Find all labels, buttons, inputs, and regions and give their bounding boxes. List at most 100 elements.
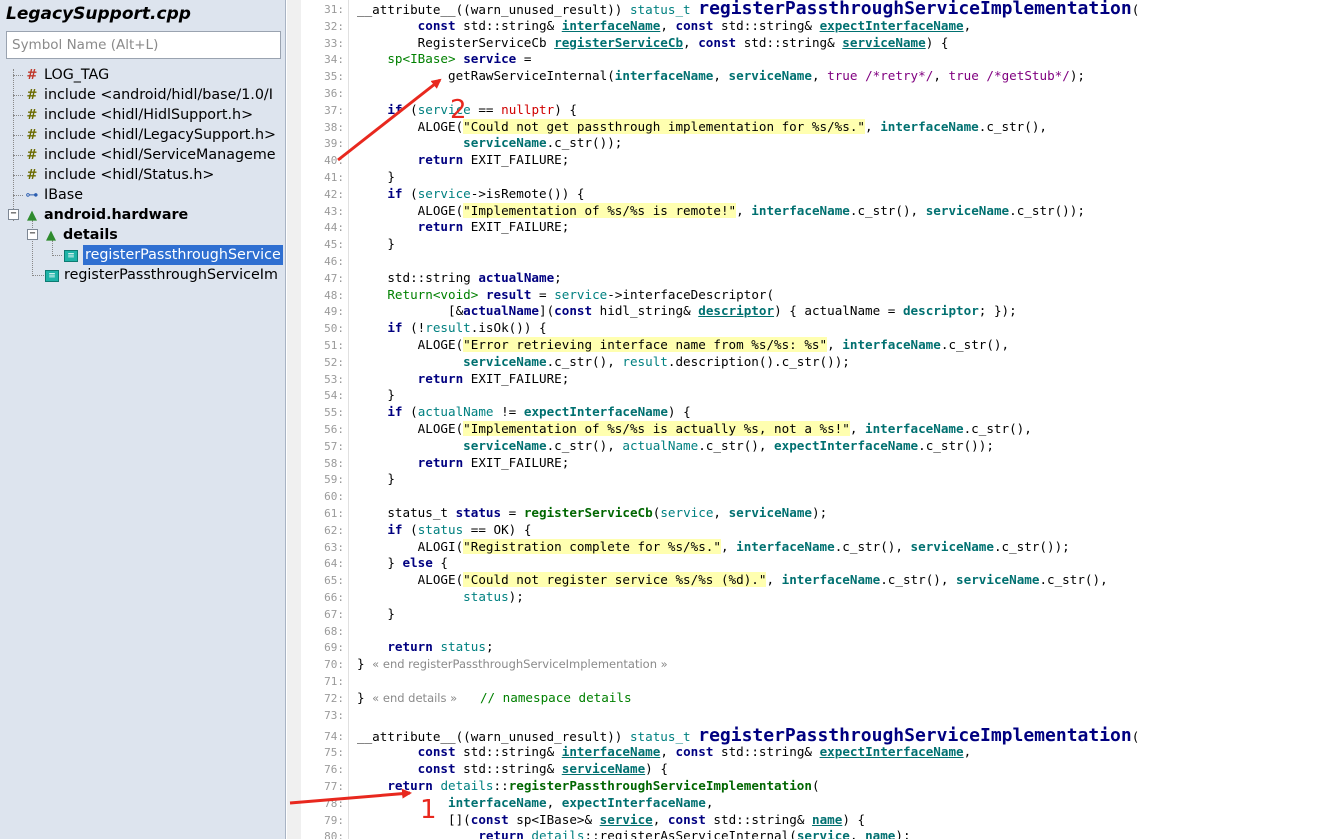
code-editor[interactable]: 31: 32: 33: 34: 35: 36: 37: 38: 39: 40: 41: 42: 43: 4… xyxy=(301,0,1325,839)
line-number: 47: xyxy=(324,271,344,285)
annotation-label-1: 1 xyxy=(420,795,437,825)
line-number: 41: xyxy=(324,171,344,184)
line-number: 44: xyxy=(324,221,344,235)
code-line: } « end registerPassthroughServiceImplem… xyxy=(357,656,668,672)
code-line: ALOGE("Implementation of %s/%s is actual… xyxy=(357,421,1032,436)
code-line: [&actualName](const hidl_string& descrip… xyxy=(357,303,1017,319)
collapse-toggle-details[interactable]: − xyxy=(27,229,38,240)
tree-item-include-servicemanagement[interactable]: # include <hidl/ServiceManageme xyxy=(24,145,276,165)
code-line: } else { xyxy=(357,555,449,571)
line-number: 79: xyxy=(324,813,344,827)
code-line: ALOGE("Error retrieving interface name f… xyxy=(357,337,1010,352)
tree-item-include-base[interactable]: # include <android/hidl/base/1.0/I xyxy=(24,85,273,105)
line-number: 80: xyxy=(324,830,344,839)
line-number: 59: xyxy=(324,473,344,487)
line-number: 74: xyxy=(324,729,344,743)
tree-item-details[interactable]: ▲ details xyxy=(43,225,118,245)
include-icon: # xyxy=(26,128,38,143)
code-line: serviceName.c_str(), result.description(… xyxy=(463,353,850,369)
code-line: if (actualName != expectInterfaceName) { xyxy=(387,404,691,420)
line-number: 35: xyxy=(324,70,344,84)
line-number: 50: xyxy=(324,322,344,336)
code-line: ALOGE("Could not register service %s/%s … xyxy=(357,572,1108,588)
line-number: 46: xyxy=(324,255,344,268)
macro-icon: # xyxy=(26,68,38,83)
code-line: if (service == nullptr) { xyxy=(387,101,577,117)
code-line: const std::string& interfaceName, const … xyxy=(417,744,972,760)
namespace-icon: ▲ xyxy=(46,228,56,243)
line-number: 38: xyxy=(324,120,344,134)
code-line: const std::string& interfaceName, const … xyxy=(417,17,972,33)
line-number: 31: xyxy=(324,3,344,16)
include-icon: # xyxy=(26,148,38,163)
tree-item-include-legacysupport[interactable]: # include <hidl/LegacySupport.h> xyxy=(24,125,276,145)
code-line: status); xyxy=(463,589,524,604)
line-number: 76: xyxy=(324,763,344,777)
code-line: } xyxy=(357,236,395,252)
line-number: 48: xyxy=(324,288,344,302)
code-line: Return<void> result = service->interface… xyxy=(387,286,775,302)
code-line: status_t status = registerServiceCb(serv… xyxy=(357,505,828,520)
tree-item-android-hardware[interactable]: ▲ android.hardware xyxy=(24,205,188,225)
line-number: 33: xyxy=(324,36,344,50)
code-line: return status; xyxy=(387,639,494,655)
code-line: return EXIT_FAILURE; xyxy=(417,219,570,235)
code-line: const std::string& serviceName) { xyxy=(417,761,668,777)
line-number: 55: xyxy=(324,406,344,420)
code-line: ALOGI("Registration complete for %s/%s."… xyxy=(357,538,1070,554)
code-line: interfaceName, expectInterfaceName, xyxy=(448,794,714,810)
line-number: 62: xyxy=(324,523,344,537)
line-number: 63: xyxy=(324,540,344,554)
tree-item-register-passthrough-details[interactable]: ≡ registerPassthroughService xyxy=(63,245,283,265)
code-line: sp<IBase> service = xyxy=(387,51,532,67)
code-line: return EXIT_FAILURE; xyxy=(417,152,570,168)
namespace-icon: ▲ xyxy=(27,208,37,223)
tree-item-log-tag[interactable]: # LOG_TAG xyxy=(24,65,110,85)
line-number: 60: xyxy=(324,490,344,504)
line-number: 43: xyxy=(324,204,344,218)
symbol-search-input[interactable] xyxy=(6,31,281,59)
code-line: __attribute__((warn_unused_result)) stat… xyxy=(357,0,1140,19)
tree-item-ibase[interactable]: ⊶ IBase xyxy=(24,185,84,205)
code-line: } xyxy=(357,169,395,184)
line-number: 64: xyxy=(324,557,344,571)
panel-splitter[interactable] xyxy=(287,0,301,839)
line-number: 61: xyxy=(324,507,344,520)
code-line: RegisterServiceCb registerServiceCb, con… xyxy=(357,34,949,50)
code-line: } « end details » // namespace details xyxy=(357,689,632,705)
code-line: } xyxy=(357,471,395,487)
line-number: 56: xyxy=(324,423,344,436)
include-icon: # xyxy=(26,88,38,103)
line-number: 72: xyxy=(324,691,344,705)
fold-label-end-details: « end details » xyxy=(372,690,458,705)
collapse-toggle-android-hardware[interactable]: − xyxy=(8,209,19,220)
code-line: serviceName.c_str()); xyxy=(463,135,623,151)
code-line: return EXIT_FAILURE; xyxy=(417,454,570,470)
code-line: if (service->isRemote()) { xyxy=(387,185,585,201)
tree-item-include-hidlsupport[interactable]: # include <hidl/HidlSupport.h> xyxy=(24,105,254,125)
annotation-label-2: 2 xyxy=(450,95,467,125)
line-number: 67: xyxy=(324,607,344,621)
line-number: 58: xyxy=(324,456,344,470)
line-number: 51: xyxy=(324,339,344,352)
line-number: 68: xyxy=(324,624,344,638)
function-icon: ≡ xyxy=(44,266,60,285)
line-number: 39: xyxy=(324,137,344,151)
tree-item-register-passthrough-impl[interactable]: ≡ registerPassthroughServiceIm xyxy=(44,265,278,285)
symbol-panel: LegacySupport.cpp #LOG_TAG #include <and… xyxy=(0,0,286,839)
line-number: 57: xyxy=(324,439,344,453)
line-number: 78: xyxy=(324,796,344,810)
using-icon: ⊶ xyxy=(25,188,39,203)
line-number: 52: xyxy=(324,355,344,369)
line-number: 53: xyxy=(324,372,344,386)
line-number-gutter: 31: 32: 33: 34: 35: 36: 37: 38: 39: 40: 41: 42: 43: 4… xyxy=(301,0,349,839)
line-number: 77: xyxy=(324,780,344,793)
include-icon: # xyxy=(26,108,38,123)
code-line: __attribute__((warn_unused_result)) stat… xyxy=(357,724,1140,746)
code-line: return details::registerAsServiceInterna… xyxy=(478,828,911,839)
line-number: 69: xyxy=(324,641,344,655)
include-icon: # xyxy=(26,168,38,183)
code-line: std::string actualName; xyxy=(357,269,562,285)
fold-label-end-fn: « end registerPassthroughServiceImplemen… xyxy=(372,657,668,672)
tree-item-include-status[interactable]: # include <hidl/Status.h> xyxy=(24,165,215,185)
